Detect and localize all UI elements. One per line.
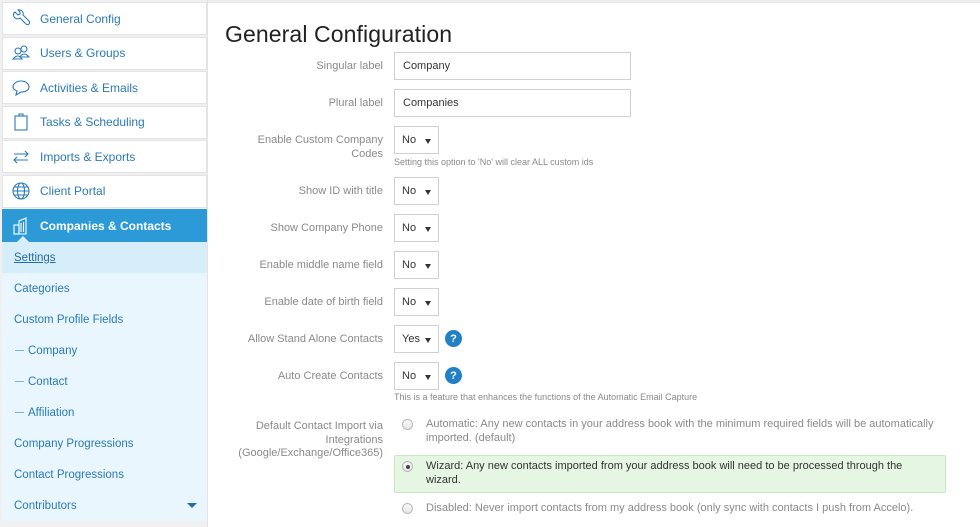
subnav-item-contributors[interactable]: Contributors (2, 490, 207, 521)
select-value: No (402, 134, 417, 146)
subnav-item-custom-profile-fields[interactable]: Custom Profile Fields (2, 304, 207, 335)
custom-codes-select[interactable]: No (394, 126, 439, 154)
dob-select[interactable]: No (394, 288, 439, 316)
subnav-item-company-progressions[interactable]: Company Progressions (2, 428, 207, 459)
custom-codes-label: Enable Custom Company Codes (257, 134, 383, 160)
swap-arrows-icon (11, 147, 31, 167)
auto-create-hint: This is a feature that enhances the func… (394, 392, 698, 402)
sidebar-item-imports-exports[interactable]: Imports & Exports (2, 140, 207, 173)
sidebar-item-label: Companies & Contacts (40, 218, 172, 233)
middle-name-select[interactable]: No (394, 251, 439, 279)
dropdown-arrow-icon (425, 301, 431, 306)
auto-create-select[interactable]: No (394, 362, 439, 390)
subnav-item-affiliation[interactable]: Affiliation (2, 397, 207, 428)
dropdown-arrow-icon (425, 227, 431, 232)
page-title: General Configuration (225, 21, 453, 47)
middle-name-label: Enable middle name field (259, 259, 383, 271)
sidebar-item-label: General Config (40, 11, 121, 26)
sidebar-item-label: Client Portal (40, 184, 106, 198)
subnav-item-label: Contributors (14, 499, 77, 512)
clipboard-icon (11, 112, 31, 132)
dropdown-arrow-icon (425, 375, 431, 380)
plural-label-label: Plural label (328, 97, 383, 109)
sidebar-item-label: Imports & Exports (40, 149, 136, 164)
sidebar-item-general-config[interactable]: General Config (2, 2, 207, 35)
show-phone-label: Show Company Phone (270, 222, 383, 234)
subnav-item-settings[interactable]: Settings (2, 242, 207, 273)
wrench-icon (11, 8, 31, 29)
plural-label-input[interactable] (394, 89, 631, 117)
main-content: General Configuration Singular label Plu… (208, 3, 980, 527)
sidebar-item-users-groups[interactable]: Users & Groups (2, 36, 207, 70)
sidebar-item-activities-emails[interactable]: Activities & Emails (2, 71, 207, 104)
sidebar-item-client-portal[interactable]: Client Portal (2, 174, 207, 208)
subnav-item-company[interactable]: Company (2, 335, 207, 366)
dropdown-arrow-icon (425, 338, 431, 343)
select-value: Yes (402, 333, 420, 345)
show-phone-select[interactable]: No (394, 214, 439, 242)
sidebar-item-label: Tasks & Scheduling (40, 115, 145, 129)
sidebar-item-tasks-scheduling[interactable]: Tasks & Scheduling (2, 105, 207, 139)
import-label: Default Contact Import via Integrations … (238, 420, 383, 459)
globe-icon (11, 181, 31, 201)
chat-bubble-icon (11, 78, 31, 98)
option-label: Disabled: Never import contacts from my … (426, 502, 914, 514)
import-option-automatic[interactable]: Automatic: Any new contacts in your addr… (394, 413, 946, 450)
auto-create-label: Auto Create Contacts (277, 370, 383, 382)
import-option-disabled[interactable]: Disabled: Never import contacts from my … (394, 497, 946, 521)
radio-button[interactable] (402, 503, 413, 514)
help-icon[interactable]: ? (445, 367, 462, 384)
caret-down-icon[interactable] (187, 503, 197, 508)
dropdown-arrow-icon (425, 264, 431, 269)
sidebar-item-label: Activities & Emails (40, 80, 139, 95)
select-value: No (402, 185, 417, 197)
radio-button[interactable] (402, 419, 413, 430)
stand-alone-select[interactable]: Yes (394, 325, 439, 353)
show-id-label: Show ID with title (298, 185, 383, 197)
select-value: No (402, 370, 417, 382)
custom-codes-hint: Setting this option to 'No' will clear A… (394, 157, 594, 167)
help-icon[interactable]: ? (445, 330, 462, 347)
option-label: Automatic: Any new contacts in your addr… (426, 418, 934, 444)
show-id-select[interactable]: No (394, 177, 439, 205)
select-value: No (402, 296, 417, 308)
stand-alone-label: Allow Stand Alone Contacts (247, 333, 383, 345)
select-value: No (402, 222, 417, 234)
dob-label: Enable date of birth field (264, 296, 383, 308)
sidebar-item-label: Users & Groups (40, 46, 126, 60)
subnav-item-categories[interactable]: Categories (2, 273, 207, 304)
select-value: No (402, 259, 417, 271)
radio-button[interactable] (402, 461, 413, 472)
singular-label-input[interactable] (394, 52, 631, 80)
dropdown-arrow-icon (425, 190, 431, 195)
sidebar-item-companies-contacts[interactable]: Companies & Contacts (2, 209, 207, 242)
sidebar-subnav: Settings Categories Custom Profile Field… (2, 242, 207, 521)
sidebar: General Config Users & Groups Activities… (0, 0, 208, 527)
singular-label-label: Singular label (316, 60, 383, 72)
users-icon (11, 43, 31, 63)
subnav-item-contact-progressions[interactable]: Contact Progressions (2, 459, 207, 490)
dropdown-arrow-icon (425, 139, 431, 144)
option-label: Wizard: Any new contacts imported from y… (426, 460, 903, 486)
import-option-wizard[interactable]: Wizard: Any new contacts imported from y… (394, 455, 946, 493)
buildings-icon (11, 216, 31, 236)
subnav-item-contact[interactable]: Contact (2, 366, 207, 397)
